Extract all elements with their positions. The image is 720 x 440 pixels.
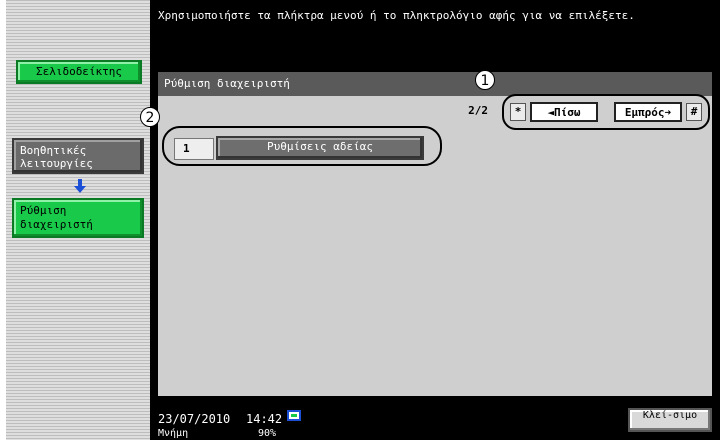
callout-frame-2 <box>162 126 442 166</box>
close-button[interactable]: Κλεί-σιμο <box>628 408 712 432</box>
callout-frame-1 <box>502 94 710 130</box>
memory-value: 90% <box>258 428 277 439</box>
instruction-bar: Χρησιμοποιήστε τα πλήκτρα μενού ή το πλη… <box>150 0 720 58</box>
bookmark-label: Σελιδοδείκτης <box>35 65 123 78</box>
status-time: 14:42 <box>246 412 283 426</box>
breadcrumb-current-label: Ρύθμιση διαχειριστή <box>20 204 93 231</box>
callout-number-1: 1 <box>475 70 495 90</box>
instruction-text: Χρησιμοποιήστε τα πλήκτρα μενού ή το πλη… <box>158 9 635 22</box>
status-date: 23/07/2010 <box>158 412 231 426</box>
page-indicator: 2/2 <box>468 104 488 117</box>
bookmark-button[interactable]: Σελιδοδείκτης <box>16 60 142 84</box>
memory-label: Μνήμη <box>158 428 189 439</box>
breadcrumb-current-button[interactable]: Ρύθμιση διαχειριστή <box>12 198 144 238</box>
breadcrumb-parent-label: Βοηθητικές λειτουργίες <box>20 144 93 170</box>
breadcrumb-parent-button[interactable]: Βοηθητικές λειτουργίες <box>12 138 144 174</box>
network-icon <box>286 408 302 424</box>
callout-number-2: 2 <box>140 107 160 127</box>
panel-title: Ρύθμιση διαχειριστή <box>158 72 712 96</box>
arrow-down-icon <box>74 178 86 193</box>
close-label: Κλεί-σιμο <box>642 410 698 421</box>
